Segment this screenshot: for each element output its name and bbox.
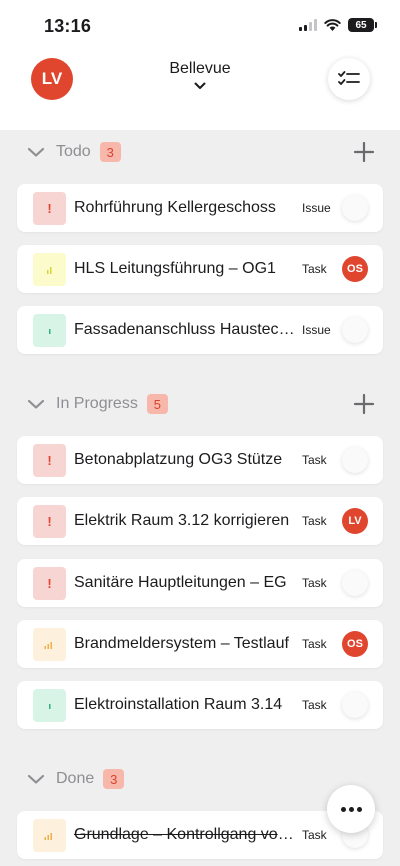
task-card[interactable]: Betonabplatzung OG3 Stütze Task bbox=[17, 436, 383, 484]
task-type: Task bbox=[302, 453, 327, 467]
section-title: In Progress bbox=[56, 395, 138, 412]
task-type: Task bbox=[302, 637, 327, 651]
task-title: Betonabplatzung OG3 Stütze bbox=[74, 451, 283, 468]
task-type: Task bbox=[302, 514, 327, 528]
add-icon[interactable] bbox=[352, 392, 376, 416]
assignee-avatar[interactable]: OS bbox=[342, 631, 368, 657]
task-title: Brandmeldersystem – Testlauf bbox=[74, 635, 289, 652]
task-title: Elektrik Raum 3.12 korrigieren bbox=[74, 512, 290, 529]
chevron-down-icon[interactable] bbox=[26, 146, 46, 158]
wifi-icon bbox=[324, 19, 341, 31]
count-badge: 5 bbox=[146, 394, 168, 414]
status-icons: 65 bbox=[299, 18, 377, 32]
task-title: HLS Leitungsführung – OG1 bbox=[74, 260, 276, 277]
status-time: 13:16 bbox=[44, 16, 92, 36]
task-type: Issue bbox=[302, 201, 331, 215]
count-badge: 3 bbox=[99, 142, 121, 162]
section-header-in-progress[interactable]: In Progress 5 bbox=[26, 392, 376, 416]
section-title: Todo bbox=[56, 143, 91, 160]
task-card[interactable]: Elektrik Raum 3.12 korrigieren Task LV bbox=[17, 497, 383, 545]
assignee-avatar[interactable]: OS bbox=[342, 256, 368, 282]
task-card[interactable]: Rohrführung Kellergeschoss Issue bbox=[17, 184, 383, 232]
more-button[interactable] bbox=[327, 785, 375, 833]
assign-button[interactable] bbox=[342, 447, 368, 473]
battery-level: 65 bbox=[355, 19, 367, 31]
priority-high-icon bbox=[33, 192, 66, 225]
task-card[interactable]: Elektroinstallation Raum 3.14 Task bbox=[17, 681, 383, 729]
chevron-down-icon[interactable] bbox=[26, 398, 46, 410]
chevron-down-icon[interactable] bbox=[26, 773, 46, 785]
task-title: Rohrführung Kellergeschoss bbox=[74, 199, 276, 216]
task-type: Task bbox=[302, 698, 327, 712]
task-type: Issue bbox=[302, 323, 331, 337]
assign-button[interactable] bbox=[342, 570, 368, 596]
chevron-down-icon[interactable] bbox=[194, 82, 206, 90]
section-title: Done bbox=[56, 770, 95, 787]
more-dots-icon bbox=[340, 806, 362, 812]
priority-high-icon bbox=[33, 505, 66, 538]
task-card[interactable]: Brandmeldersystem – Testlauf Task OS bbox=[17, 620, 383, 668]
checklist-button[interactable] bbox=[328, 58, 370, 100]
task-card[interactable]: Fassadenanschluss Haustechnik Issue bbox=[17, 306, 383, 354]
add-icon[interactable] bbox=[352, 140, 376, 164]
task-title: Sanitäre Hauptleitungen – EG bbox=[74, 574, 287, 591]
status-bar: 13:16 65 bbox=[0, 0, 400, 50]
count-badge: 3 bbox=[103, 769, 125, 789]
task-card[interactable]: HLS Leitungsführung – OG1 Task OS bbox=[17, 245, 383, 293]
assignee-avatar[interactable]: LV bbox=[342, 508, 368, 534]
priority-lowest-icon bbox=[33, 314, 66, 347]
checklist-icon bbox=[338, 71, 360, 85]
assign-button[interactable] bbox=[342, 692, 368, 718]
task-title: Elektroinstallation Raum 3.14 bbox=[74, 696, 283, 713]
battery-icon: 65 bbox=[348, 18, 377, 32]
priority-medium-icon bbox=[33, 819, 66, 852]
task-type: Task bbox=[302, 576, 327, 590]
priority-medium-icon bbox=[33, 628, 66, 661]
task-card[interactable]: Sanitäre Hauptleitungen – EG Task bbox=[17, 559, 383, 607]
task-type: Task bbox=[302, 262, 327, 276]
assign-button[interactable] bbox=[342, 195, 368, 221]
task-title: Fassadenanschluss Haustechnik bbox=[74, 321, 296, 338]
priority-low-icon bbox=[33, 253, 66, 286]
section-header-todo[interactable]: Todo 3 bbox=[26, 140, 376, 164]
priority-high-icon bbox=[33, 444, 66, 477]
task-type: Task bbox=[302, 828, 327, 842]
priority-lowest-icon bbox=[33, 689, 66, 722]
cellular-signal-icon bbox=[299, 19, 317, 31]
task-title: Grundlage – Kontrollgang vor Ort bbox=[74, 826, 296, 843]
assign-button[interactable] bbox=[342, 317, 368, 343]
section-header-done[interactable]: Done 3 bbox=[26, 767, 376, 791]
priority-high-icon bbox=[33, 567, 66, 600]
app-header: LV Bellevue bbox=[0, 50, 400, 130]
